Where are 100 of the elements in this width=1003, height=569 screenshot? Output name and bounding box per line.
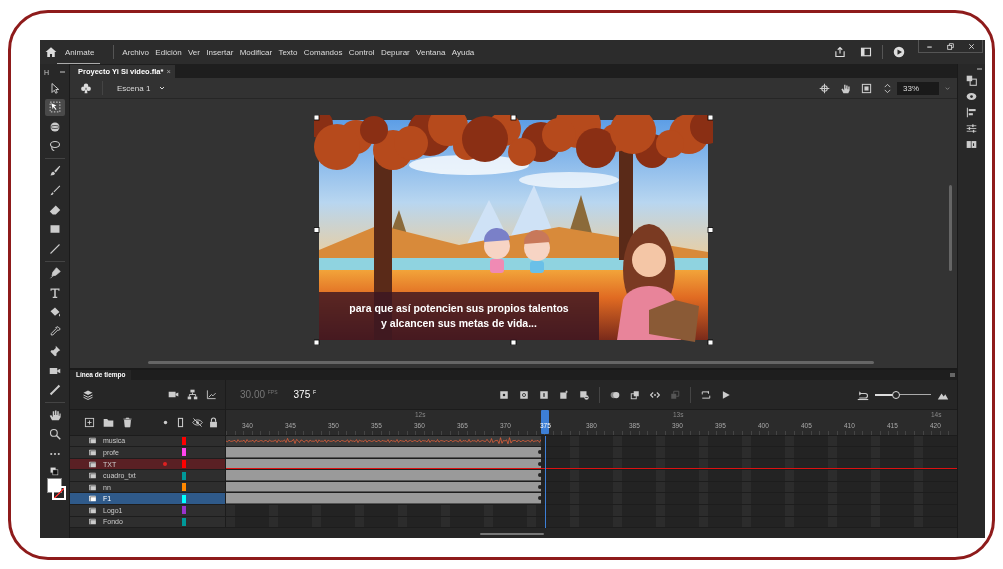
transform-icon[interactable] xyxy=(48,101,61,114)
tool-button[interactable] xyxy=(44,98,65,116)
menu-item[interactable]: Insertar xyxy=(206,47,234,57)
pen-icon[interactable] xyxy=(48,267,61,280)
loop-icon[interactable] xyxy=(701,389,712,400)
align-icon[interactable] xyxy=(966,107,977,118)
fill-color-swatch[interactable] xyxy=(47,477,62,493)
code-icon[interactable] xyxy=(650,389,661,400)
eraser-icon[interactable] xyxy=(48,203,61,216)
rectangle-icon[interactable] xyxy=(48,223,61,236)
menu-item[interactable]: Ventana xyxy=(416,47,446,57)
undo-icon[interactable] xyxy=(857,388,869,401)
menu-item[interactable]: Ver xyxy=(187,47,200,57)
swap-colors-icon[interactable] xyxy=(50,466,59,476)
hierarchy-icon[interactable] xyxy=(187,389,198,401)
chevron-down-icon[interactable] xyxy=(158,84,167,92)
caption-text: para que así potencien sus propios talentos xyxy=(349,300,569,316)
slider-thumb[interactable] xyxy=(892,390,901,399)
menu-item[interactable]: Texto xyxy=(278,47,298,57)
clover-icon[interactable] xyxy=(80,82,92,94)
keyframe-icon[interactable] xyxy=(499,389,510,400)
layer-icon xyxy=(88,505,97,515)
stepper-icon[interactable] xyxy=(882,82,893,94)
zoom-field[interactable]: 33% xyxy=(897,81,939,95)
layer-color-swatch[interactable] xyxy=(182,506,186,515)
layer-icon xyxy=(88,436,97,446)
keyframe-dot xyxy=(538,496,542,501)
play-icon[interactable] xyxy=(721,389,732,400)
paint-bucket-icon[interactable] xyxy=(48,306,61,319)
layer-color-swatch[interactable] xyxy=(182,517,186,526)
layer-color-swatch[interactable] xyxy=(182,460,186,468)
outline-icon[interactable] xyxy=(175,416,186,428)
layers-icon[interactable] xyxy=(82,388,94,401)
scrollbar[interactable] xyxy=(480,533,544,536)
eyedropper-icon[interactable] xyxy=(48,325,61,338)
hide-icon[interactable] xyxy=(192,416,203,428)
line-icon[interactable] xyxy=(48,242,61,255)
keyframe-dot xyxy=(538,484,542,489)
folder-icon[interactable] xyxy=(103,416,114,428)
menu-item[interactable]: Archivo xyxy=(122,47,150,57)
menu-item[interactable]: Comandos xyxy=(303,47,343,57)
stroke-color-swatch[interactable] xyxy=(52,485,66,500)
pin-icon[interactable] xyxy=(48,345,61,358)
library-icon[interactable] xyxy=(966,75,977,86)
paintbrush-icon[interactable] xyxy=(48,164,61,177)
menu-item[interactable]: Ayuda xyxy=(451,47,475,57)
keyframe-dot xyxy=(538,461,542,466)
bone-icon[interactable] xyxy=(48,384,61,397)
keyframe-dot xyxy=(538,473,542,478)
brush-icon[interactable] xyxy=(48,184,61,197)
lock-icon[interactable] xyxy=(208,416,219,428)
frame-number[interactable]: 375 $^{F}$ xyxy=(293,389,317,401)
properties-icon[interactable] xyxy=(966,91,977,102)
hand-pointer-icon[interactable] xyxy=(840,82,851,94)
menu-item[interactable]: Control xyxy=(348,47,375,57)
scrollbar[interactable] xyxy=(148,361,874,364)
layer-icon xyxy=(88,494,97,504)
assets-icon[interactable] xyxy=(966,139,977,150)
layer-color-swatch[interactable] xyxy=(182,436,186,445)
onion-skin-icon[interactable] xyxy=(610,389,621,400)
scrollbar[interactable] xyxy=(949,185,952,271)
share-icon[interactable] xyxy=(834,46,846,58)
copy-icon[interactable] xyxy=(630,389,641,400)
active-dot xyxy=(163,462,167,466)
app-name: Animate xyxy=(57,40,101,64)
layer-color-swatch[interactable] xyxy=(182,483,186,492)
menu-item[interactable]: Edición xyxy=(155,47,182,57)
blank-keyframe-icon[interactable] xyxy=(519,389,530,400)
trash-icon[interactable] xyxy=(122,416,133,428)
sphere-icon[interactable] xyxy=(48,120,61,133)
lasso-icon[interactable] xyxy=(48,140,61,153)
panel-layout-icon[interactable] xyxy=(860,46,872,58)
zoom-slider[interactable] xyxy=(875,390,931,399)
add-layer-icon[interactable] xyxy=(84,416,95,428)
play-icon[interactable] xyxy=(893,46,905,58)
hand-icon[interactable] xyxy=(48,408,61,421)
text-icon[interactable] xyxy=(48,286,61,299)
sliders-icon[interactable] xyxy=(966,123,977,134)
arrow-icon[interactable] xyxy=(48,81,61,94)
crosshair-icon[interactable] xyxy=(819,82,830,94)
layer-color-swatch[interactable] xyxy=(182,494,186,503)
layer-color-swatch[interactable] xyxy=(182,471,186,480)
caption-text: y alcancen sus metas de vida... xyxy=(381,315,537,331)
frame-icon[interactable] xyxy=(539,389,550,400)
frame-icon[interactable] xyxy=(861,82,872,94)
close-icon[interactable] xyxy=(967,41,976,51)
home-icon[interactable] xyxy=(45,46,57,58)
layer-color-swatch[interactable] xyxy=(182,448,186,457)
menu-item[interactable]: Depurar xyxy=(380,47,410,57)
keyframe-dot xyxy=(538,450,542,455)
layer-icon xyxy=(88,482,97,492)
zoom-icon[interactable] xyxy=(48,428,61,441)
restore-icon[interactable] xyxy=(946,41,955,51)
remove-frame-icon[interactable] xyxy=(579,389,590,400)
layer-icon xyxy=(88,471,97,481)
tween-icon[interactable] xyxy=(559,389,570,400)
graph-icon[interactable] xyxy=(206,389,217,401)
menu-item[interactable]: Modificar xyxy=(239,47,273,57)
layer-icon xyxy=(88,459,97,469)
scene-name[interactable]: Escena 1 xyxy=(117,83,151,93)
